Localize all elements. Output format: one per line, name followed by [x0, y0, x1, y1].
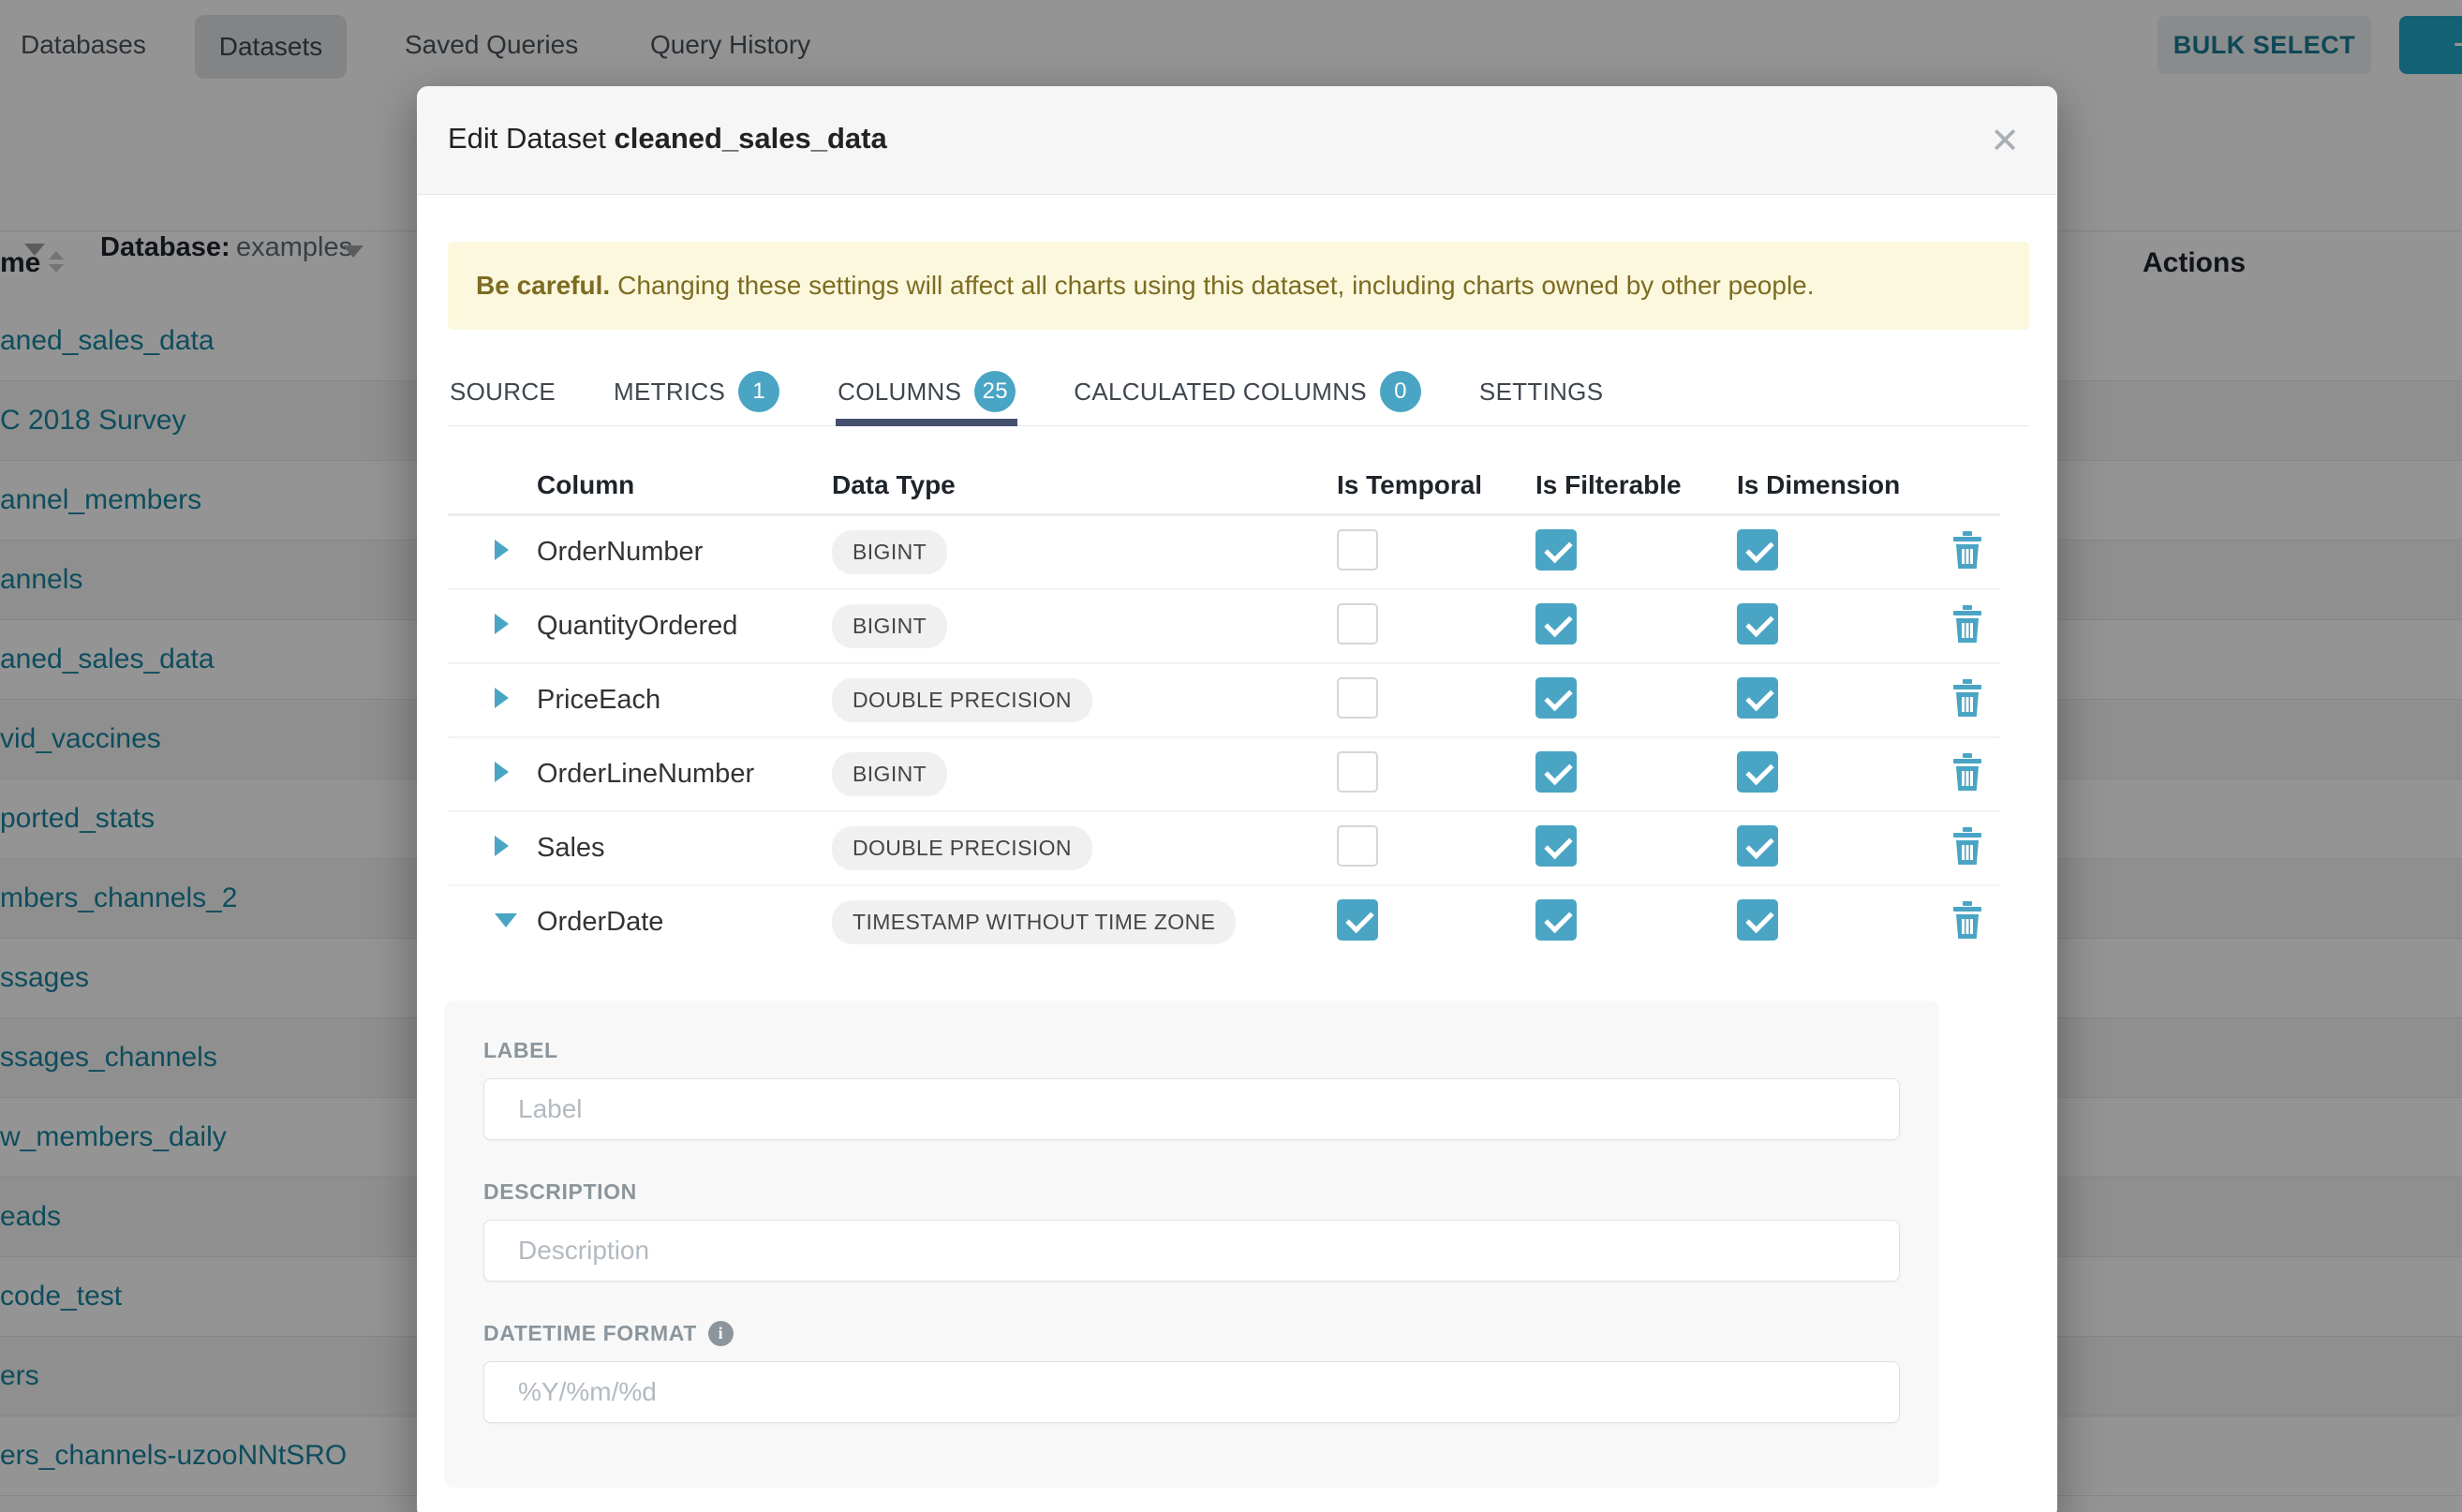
info-icon[interactable]: i	[708, 1321, 734, 1346]
is-dimension-checkbox[interactable]	[1737, 825, 1778, 867]
close-icon[interactable]: ✕	[1980, 116, 2029, 165]
column-row: OrderLineNumber BIGINT	[448, 738, 2000, 812]
header-is-dimension: Is Dimension	[1737, 470, 1951, 500]
columns-table-header: Column Data Type Is Temporal Is Filterab…	[448, 457, 2000, 513]
is-temporal-checkbox[interactable]	[1337, 529, 1378, 571]
is-dimension-checkbox[interactable]	[1737, 603, 1778, 645]
column-row: Sales DOUBLE PRECISION	[448, 812, 2000, 886]
is-filterable-checkbox[interactable]	[1535, 751, 1577, 793]
is-dimension-checkbox[interactable]	[1737, 899, 1778, 941]
warning-banner: Be careful. Changing these settings will…	[448, 242, 2029, 330]
tab-metrics[interactable]: METRICS1	[612, 358, 781, 425]
datetime-format-field-label: DATETIME FORMAT i	[483, 1321, 1900, 1346]
expand-caret-icon[interactable]	[495, 614, 509, 634]
expand-caret-icon[interactable]	[495, 913, 517, 927]
data-type-pill: BIGINT	[832, 530, 947, 574]
warning-bold: Be careful.	[476, 271, 610, 301]
is-filterable-checkbox[interactable]	[1535, 677, 1577, 719]
columns-rows: OrderNumber BIGINT QuantityOrdered	[448, 516, 2000, 958]
modal-tabs: SOURCE METRICS1 COLUMNS25 CALCULATED COL…	[448, 358, 2029, 426]
header-is-temporal: Is Temporal	[1337, 470, 1535, 500]
expand-caret-icon[interactable]	[495, 540, 509, 560]
edit-dataset-modal: Edit Dataset cleaned_sales_data ✕ Be car…	[417, 86, 2057, 1512]
header-is-filterable: Is Filterable	[1535, 470, 1737, 500]
delete-icon[interactable]	[1951, 605, 1983, 643]
column-name: QuantityOrdered	[537, 611, 832, 642]
delete-icon[interactable]	[1951, 827, 1983, 865]
description-input[interactable]	[483, 1220, 1900, 1282]
columns-count-badge: 25	[974, 371, 1016, 412]
datetime-format-input[interactable]	[483, 1361, 1900, 1423]
is-filterable-checkbox[interactable]	[1535, 529, 1577, 571]
metrics-count-badge: 1	[738, 371, 779, 412]
column-name: OrderNumber	[537, 537, 832, 568]
warning-text: Changing these settings will affect all …	[617, 271, 1814, 301]
expand-caret-icon[interactable]	[495, 836, 509, 856]
datetime-format-field-group: DATETIME FORMAT i	[483, 1321, 1900, 1423]
is-temporal-checkbox[interactable]	[1337, 899, 1378, 941]
is-dimension-checkbox[interactable]	[1737, 529, 1778, 571]
label-field-label: LABEL	[483, 1038, 1900, 1063]
dataset-name: cleaned_sales_data	[614, 122, 886, 155]
is-temporal-checkbox[interactable]	[1337, 677, 1378, 719]
delete-icon[interactable]	[1951, 679, 1983, 717]
is-dimension-checkbox[interactable]	[1737, 751, 1778, 793]
calculated-columns-count-badge: 0	[1380, 371, 1421, 412]
data-type-pill: BIGINT	[832, 752, 947, 796]
data-type-pill: TIMESTAMP WITHOUT TIME ZONE	[832, 900, 1236, 944]
is-temporal-checkbox[interactable]	[1337, 603, 1378, 645]
column-name: OrderDate	[537, 907, 832, 938]
column-row: OrderNumber BIGINT	[448, 516, 2000, 590]
header-column: Column	[537, 470, 832, 500]
description-field-label: DESCRIPTION	[483, 1179, 1900, 1205]
description-field-group: DESCRIPTION	[483, 1179, 1900, 1282]
is-dimension-checkbox[interactable]	[1737, 677, 1778, 719]
column-name: OrderLineNumber	[537, 759, 832, 790]
header-data-type: Data Type	[832, 470, 1337, 500]
screen: Databases Datasets Saved Queries Query H…	[0, 0, 2462, 1512]
tab-source[interactable]: SOURCE	[448, 358, 557, 425]
column-row: PriceEach DOUBLE PRECISION	[448, 664, 2000, 738]
data-type-pill: DOUBLE PRECISION	[832, 826, 1092, 870]
data-type-pill: BIGINT	[832, 604, 947, 648]
delete-icon[interactable]	[1951, 753, 1983, 791]
is-temporal-checkbox[interactable]	[1337, 825, 1378, 867]
label-field-group: LABEL	[483, 1038, 1900, 1140]
expand-caret-icon[interactable]	[495, 762, 509, 782]
modal-title: Edit Dataset cleaned_sales_data	[448, 122, 887, 156]
modal-header: Edit Dataset cleaned_sales_data ✕	[417, 86, 2057, 195]
delete-icon[interactable]	[1951, 531, 1983, 569]
is-filterable-checkbox[interactable]	[1535, 825, 1577, 867]
delete-icon[interactable]	[1951, 901, 1983, 939]
column-row: OrderDate TIMESTAMP WITHOUT TIME ZONE	[448, 886, 2000, 958]
is-filterable-checkbox[interactable]	[1535, 899, 1577, 941]
column-name: PriceEach	[537, 685, 832, 716]
column-name: Sales	[537, 833, 832, 864]
column-row: QuantityOrdered BIGINT	[448, 590, 2000, 664]
expand-caret-icon[interactable]	[495, 688, 509, 708]
is-temporal-checkbox[interactable]	[1337, 751, 1378, 793]
tab-columns[interactable]: COLUMNS25	[836, 358, 1017, 425]
column-detail-panel: LABEL DESCRIPTION DATETIME FORMAT i	[444, 1001, 1939, 1488]
label-input[interactable]	[483, 1078, 1900, 1140]
tab-settings[interactable]: SETTINGS	[1477, 358, 1605, 425]
data-type-pill: DOUBLE PRECISION	[832, 678, 1092, 722]
is-filterable-checkbox[interactable]	[1535, 603, 1577, 645]
columns-table: Column Data Type Is Temporal Is Filterab…	[448, 457, 2000, 958]
tab-calculated-columns[interactable]: CALCULATED COLUMNS0	[1072, 358, 1423, 425]
